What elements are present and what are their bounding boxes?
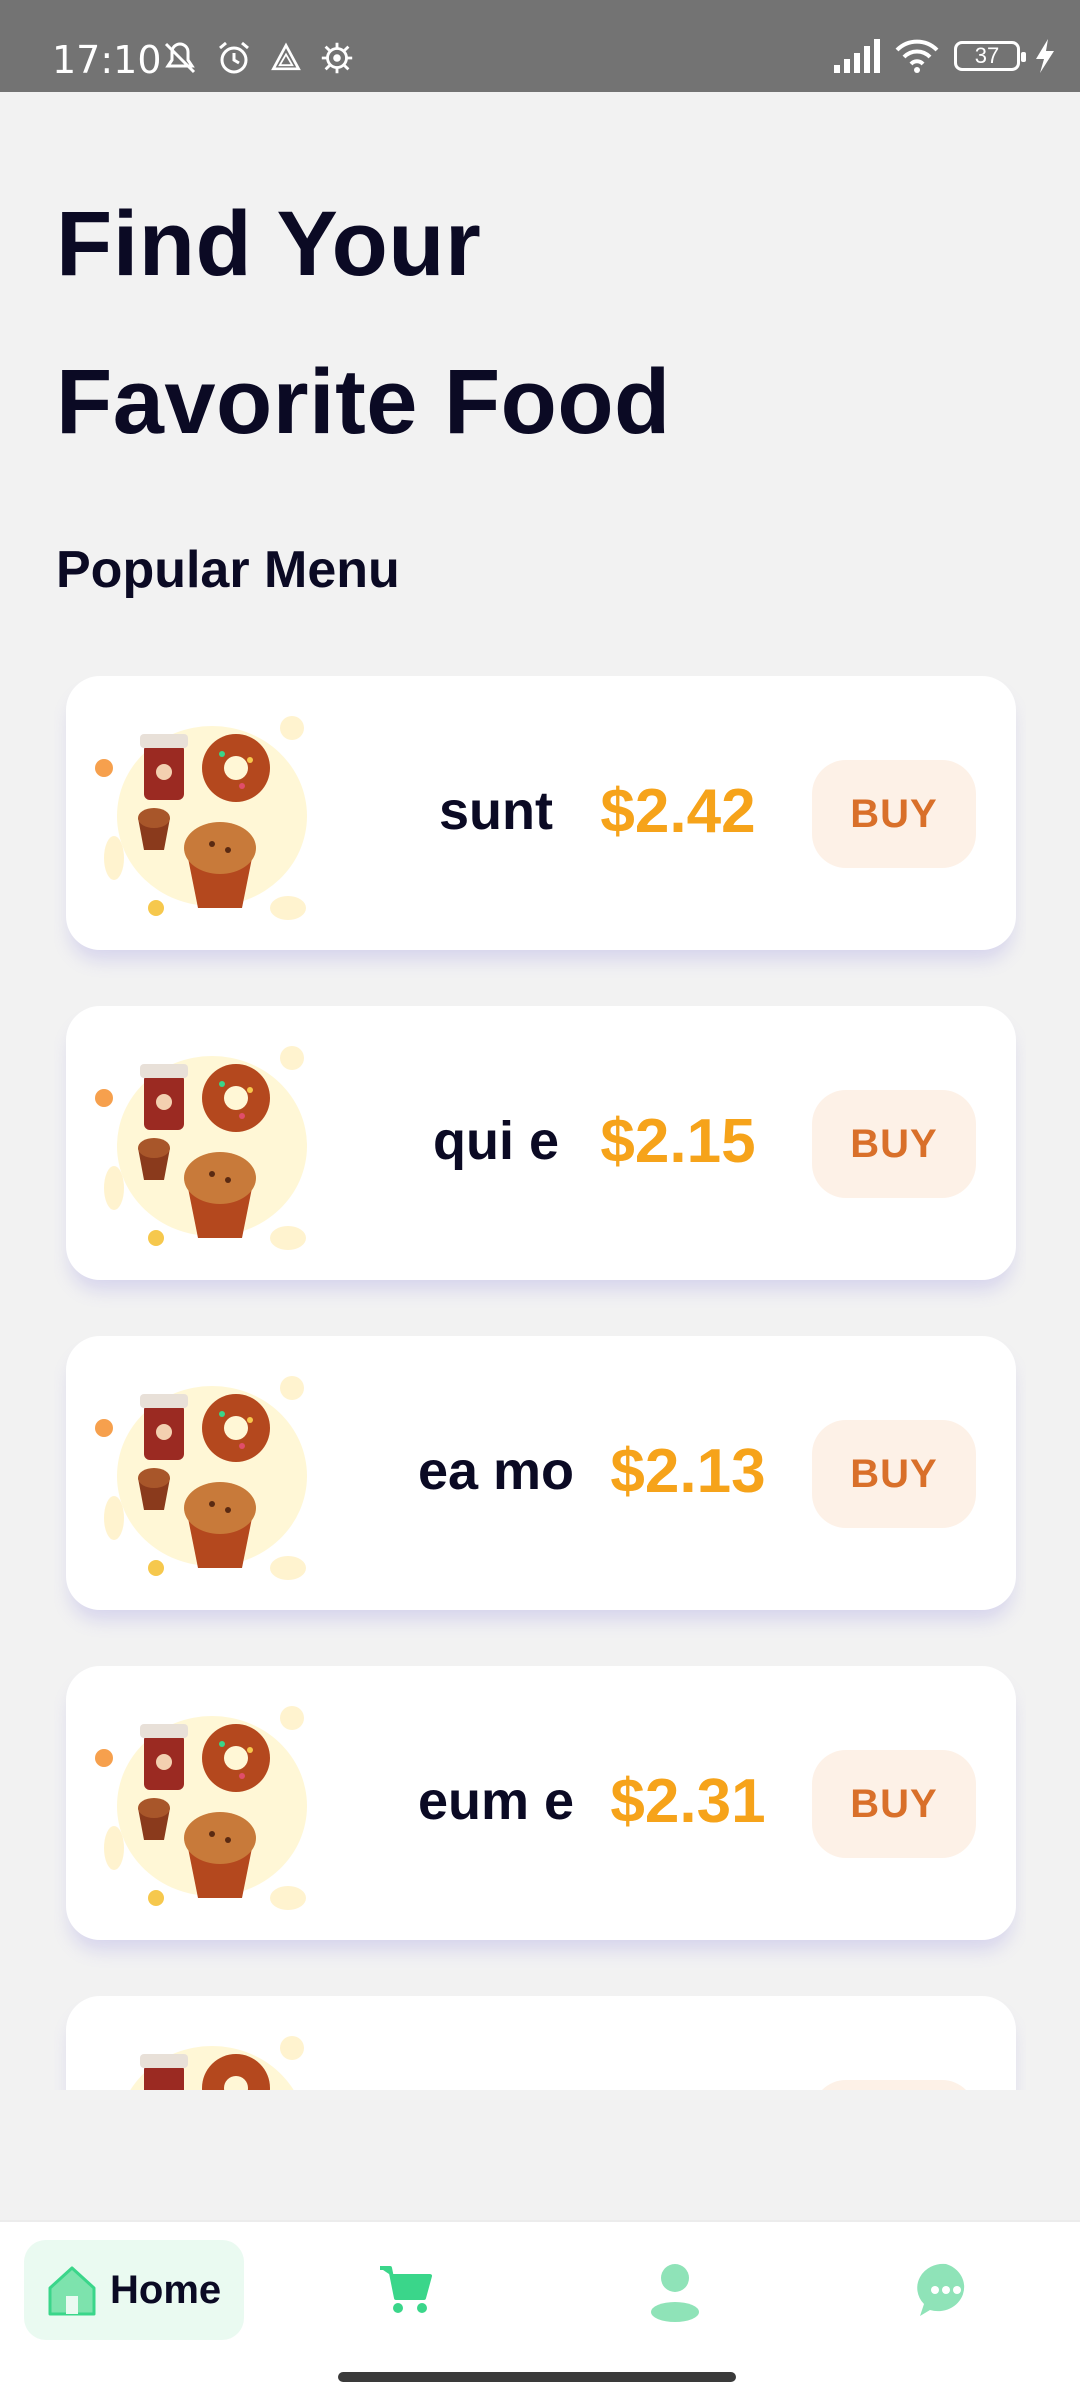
charging-icon bbox=[1036, 39, 1054, 73]
menu-list[interactable]: sunt $2.42 BUY qui e $2.15 BUY ea mo $2.… bbox=[54, 660, 1026, 2090]
page-title-line2: Favorite Food bbox=[56, 351, 671, 453]
buy-button[interactable]: BUY bbox=[812, 1090, 976, 1198]
item-name: eum e bbox=[417, 1771, 575, 1831]
menu-card[interactable]: eum e $2.31 BUY bbox=[66, 1666, 1016, 1940]
home-indicator[interactable] bbox=[338, 2372, 736, 2382]
food-image bbox=[130, 2036, 304, 2090]
buy-button[interactable] bbox=[812, 2080, 976, 2090]
item-name: ea mo bbox=[417, 1441, 575, 1501]
buy-button[interactable]: BUY bbox=[812, 1420, 976, 1528]
chat-icon[interactable] bbox=[916, 2260, 976, 2320]
item-price: $2.13 bbox=[610, 1437, 766, 1506]
menu-card[interactable]: qui e $2.15 BUY bbox=[66, 1006, 1016, 1280]
cart-icon[interactable] bbox=[376, 2260, 434, 2318]
mute-icon bbox=[164, 42, 196, 74]
page-title-line1: Find Your bbox=[56, 193, 482, 295]
nav-home-label: Home bbox=[110, 2267, 222, 2312]
battery-icon: 37 bbox=[954, 41, 1026, 71]
menu-card[interactable]: sunt $2.42 BUY bbox=[66, 676, 1016, 950]
food-image bbox=[95, 716, 307, 920]
menu-card[interactable] bbox=[66, 1996, 1016, 2090]
buy-button[interactable]: BUY bbox=[812, 760, 976, 868]
signal-icon bbox=[834, 39, 880, 73]
item-price: $2.31 bbox=[610, 1767, 766, 1836]
profile-icon[interactable] bbox=[646, 2260, 704, 2322]
status-bar: 17:10 37 bbox=[0, 0, 1080, 92]
alarm-icon bbox=[219, 41, 249, 74]
item-price: $2.42 bbox=[600, 777, 756, 846]
settings-icon bbox=[321, 42, 353, 74]
section-title: Popular Menu bbox=[56, 541, 400, 599]
item-price: $2.15 bbox=[600, 1107, 756, 1176]
home-icon bbox=[48, 2266, 96, 2316]
status-time: 17:10 bbox=[52, 38, 162, 82]
buy-button[interactable]: BUY bbox=[812, 1750, 976, 1858]
status-icons-right: 37 bbox=[832, 38, 1056, 74]
food-image bbox=[95, 1706, 307, 1910]
nav-home[interactable]: Home bbox=[24, 2240, 244, 2340]
drive-icon bbox=[271, 42, 301, 71]
battery-level: 37 bbox=[974, 43, 1000, 68]
status-icons-left bbox=[160, 38, 356, 78]
food-image bbox=[95, 1376, 307, 1580]
wifi-icon bbox=[895, 39, 939, 73]
food-image bbox=[95, 1046, 307, 1250]
menu-card[interactable]: ea mo $2.13 BUY bbox=[66, 1336, 1016, 1610]
